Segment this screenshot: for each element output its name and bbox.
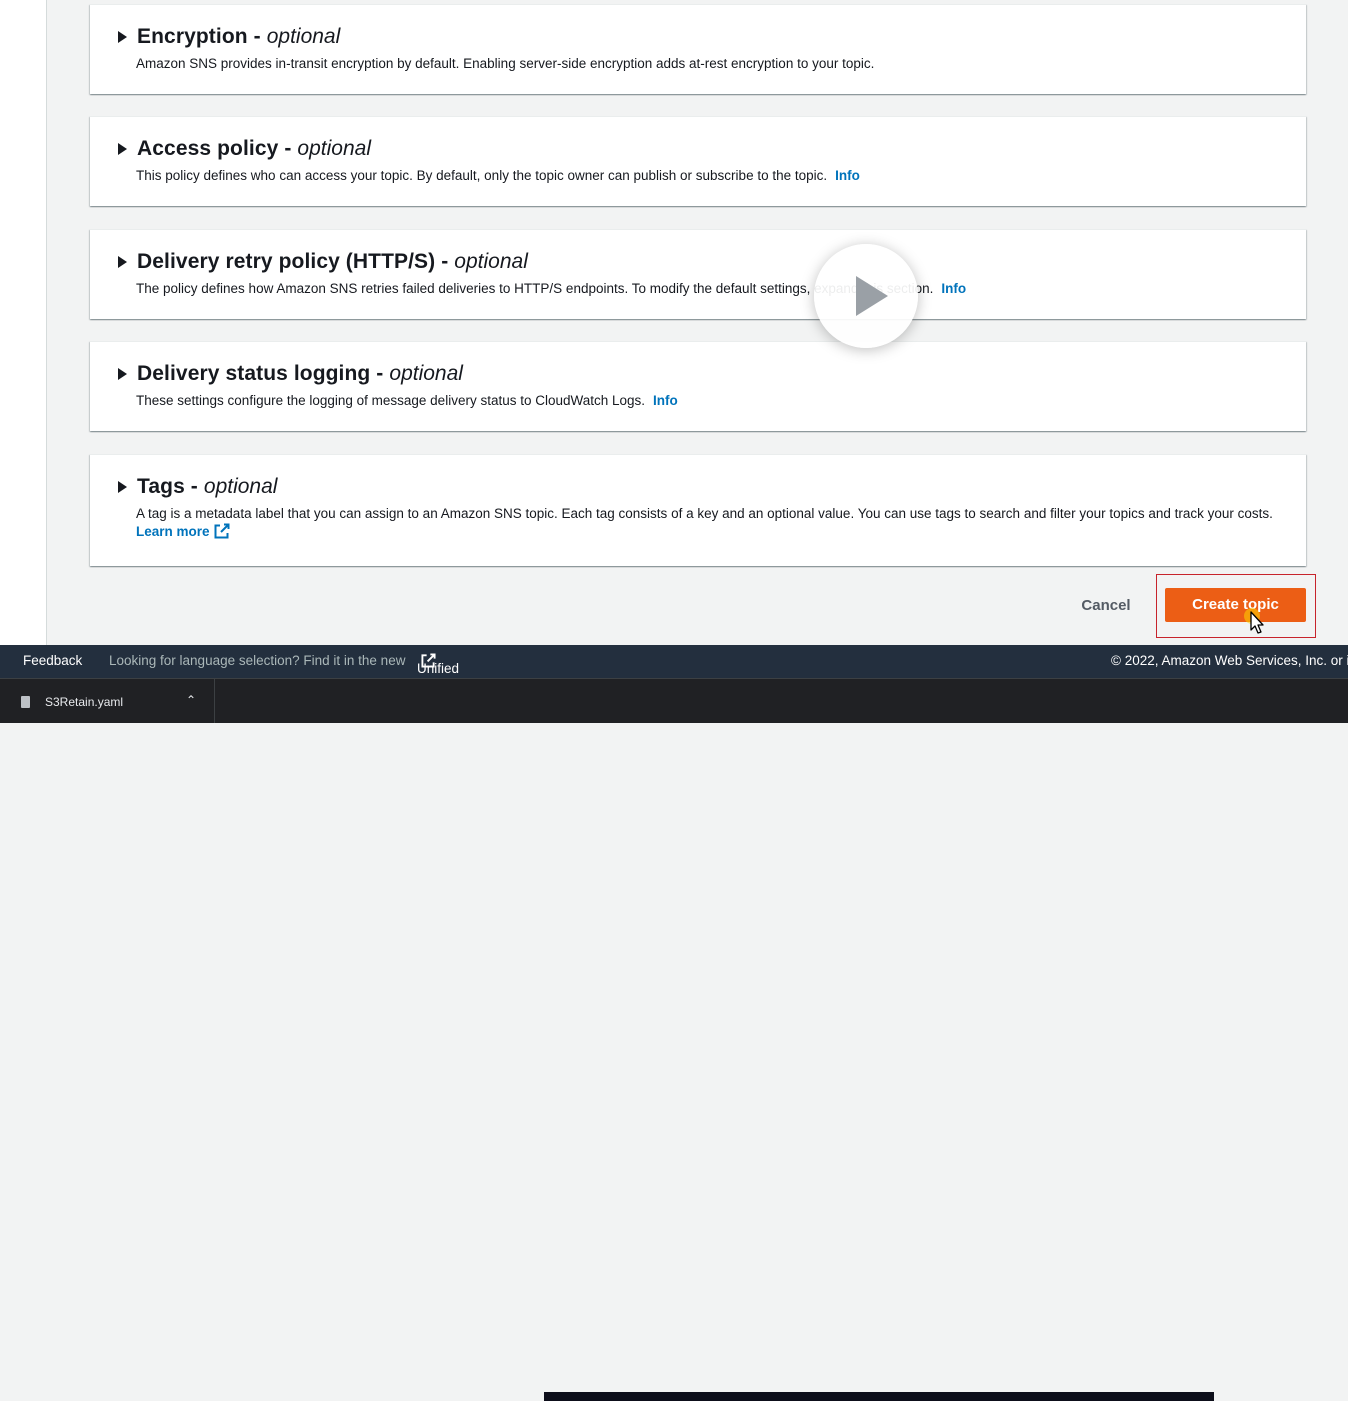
chevron-up-icon[interactable]: ⌃ <box>186 693 196 707</box>
tags-panel: Tags - optional A tag is a metadata labe… <box>90 454 1306 566</box>
optional-label: optional <box>389 362 463 385</box>
delivery-retry-policy-panel: Delivery retry policy (HTTP/S) - optiona… <box>90 229 1306 319</box>
file-icon <box>21 696 30 708</box>
info-link[interactable]: Info <box>653 393 678 408</box>
optional-label: optional <box>297 137 371 160</box>
panel-description: The policy defines how Amazon SNS retrie… <box>136 280 1276 298</box>
left-nav-edge <box>0 0 47 645</box>
panel-title: Tags <box>137 475 185 498</box>
caret-right-icon <box>118 481 127 493</box>
title-separator: - <box>278 137 292 160</box>
unified-settings-link[interactable]: Unified Settings <box>417 653 466 691</box>
caret-right-icon <box>118 368 127 380</box>
panel-title: Delivery status logging <box>137 362 371 385</box>
video-play-button[interactable] <box>814 244 918 348</box>
access-policy-panel: Access policy - optional This policy def… <box>90 116 1306 206</box>
video-strip <box>544 1392 1214 1401</box>
access-policy-header[interactable]: Access policy - optional <box>118 137 371 161</box>
delivery-status-logging-panel: Delivery status logging - optional These… <box>90 341 1306 431</box>
panel-description: A tag is a metadata label that you can a… <box>136 505 1276 541</box>
title-separator: - <box>247 25 261 48</box>
encryption-panel: Encryption - optional Amazon SNS provide… <box>90 4 1306 94</box>
encryption-header[interactable]: Encryption - optional <box>118 25 340 49</box>
optional-label: optional <box>266 25 341 48</box>
feedback-link[interactable]: Feedback <box>23 653 82 668</box>
description-text: These settings configure the logging of … <box>136 393 646 408</box>
delivery-status-logging-header[interactable]: Delivery status logging - optional <box>118 362 463 386</box>
panel-description: This policy defines who can access your … <box>136 167 1276 185</box>
panel-title: Delivery retry policy (HTTP/S) <box>137 250 436 273</box>
pointer-cursor-icon <box>1244 608 1264 634</box>
cancel-button[interactable]: Cancel <box>1068 593 1144 619</box>
downloads-bar: S3Retain.yaml ⌃ <box>0 678 1348 1401</box>
title-separator: - <box>370 362 384 385</box>
learn-more-link[interactable]: Learn more <box>136 523 230 539</box>
title-separator: - <box>435 250 449 273</box>
panel-title: Encryption <box>137 25 248 48</box>
optional-label: optional <box>203 475 278 498</box>
download-file-name: S3Retain.yaml <box>45 695 124 709</box>
delivery-retry-policy-header[interactable]: Delivery retry policy (HTTP/S) - optiona… <box>118 250 528 274</box>
caret-right-icon <box>118 256 127 268</box>
copyright-text: © 2022, Amazon Web Services, Inc. or i <box>1111 653 1348 668</box>
tags-header[interactable]: Tags - optional <box>118 475 277 499</box>
download-item[interactable]: S3Retain.yaml ⌃ <box>0 679 215 723</box>
description-text: A tag is a metadata label that you can a… <box>136 506 1273 521</box>
optional-label: optional <box>454 250 528 273</box>
info-link[interactable]: Info <box>941 281 966 296</box>
description-text: Amazon SNS provides in-transit encryptio… <box>136 56 875 71</box>
title-separator: - <box>184 475 198 498</box>
learn-more-label: Learn more <box>136 524 210 539</box>
create-topic-button[interactable]: Create topic <box>1165 588 1306 622</box>
panel-description: These settings configure the logging of … <box>136 392 1276 410</box>
play-icon <box>856 276 888 316</box>
language-message: Looking for language selection? Find it … <box>109 653 406 668</box>
panel-description: Amazon SNS provides in-transit encryptio… <box>136 55 1276 73</box>
external-link-icon <box>214 523 230 539</box>
description-text: This policy defines who can access your … <box>136 168 828 183</box>
info-link[interactable]: Info <box>835 168 860 183</box>
caret-right-icon <box>118 31 127 43</box>
panel-title: Access policy <box>137 137 279 160</box>
console-footer: Feedback Looking for language selection?… <box>0 645 1348 691</box>
caret-right-icon <box>118 143 127 155</box>
